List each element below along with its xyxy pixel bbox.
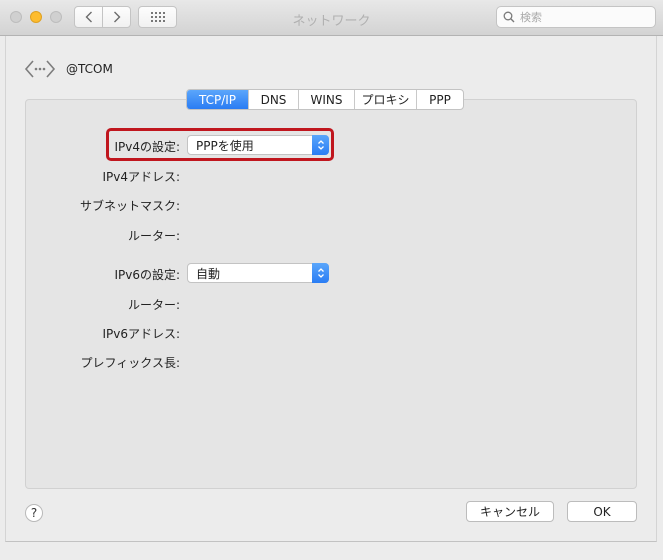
cancel-button[interactable]: キャンセル (466, 501, 554, 522)
ipv6-router-label: ルーター: (127, 298, 180, 312)
connection-header: @TCOM (24, 58, 113, 80)
search-field[interactable]: 検索 (496, 6, 656, 28)
ipv6-config-select[interactable]: 自動 (187, 263, 329, 283)
tab-ppp[interactable]: PPP (417, 90, 463, 109)
tab-wins[interactable]: WINS (299, 90, 355, 109)
ipv6-config-value: 自動 (196, 266, 221, 281)
tab-bar: TCP/IP DNS WINS プロキシ PPP (186, 89, 464, 110)
ipv4-address-label: IPv4アドレス: (102, 170, 180, 184)
ipv6-config-stepper[interactable] (312, 263, 329, 283)
desktop-strip (0, 542, 663, 560)
ipv6-address-label: IPv6アドレス: (102, 327, 180, 341)
ok-button[interactable]: OK (567, 501, 637, 522)
title-bar: ネットワーク 検索 (0, 0, 663, 36)
tab-tcpip[interactable]: TCP/IP (187, 90, 249, 109)
ipv4-router-label: ルーター: (127, 229, 180, 243)
connection-name: @TCOM (66, 62, 113, 76)
tab-proxy[interactable]: プロキシ (355, 90, 417, 109)
prefix-length-label: プレフィックス長: (80, 356, 180, 370)
ipv4-highlight-box (106, 128, 334, 161)
search-icon (503, 11, 515, 23)
network-connection-icon (24, 60, 56, 78)
subnet-mask-label: サブネットマスク: (79, 199, 180, 213)
ipv6-config-label: IPv6の設定: (114, 268, 180, 282)
up-down-arrows-icon (317, 268, 324, 278)
tab-dns[interactable]: DNS (249, 90, 299, 109)
search-placeholder: 検索 (520, 11, 542, 24)
help-button[interactable]: ? (25, 504, 43, 522)
